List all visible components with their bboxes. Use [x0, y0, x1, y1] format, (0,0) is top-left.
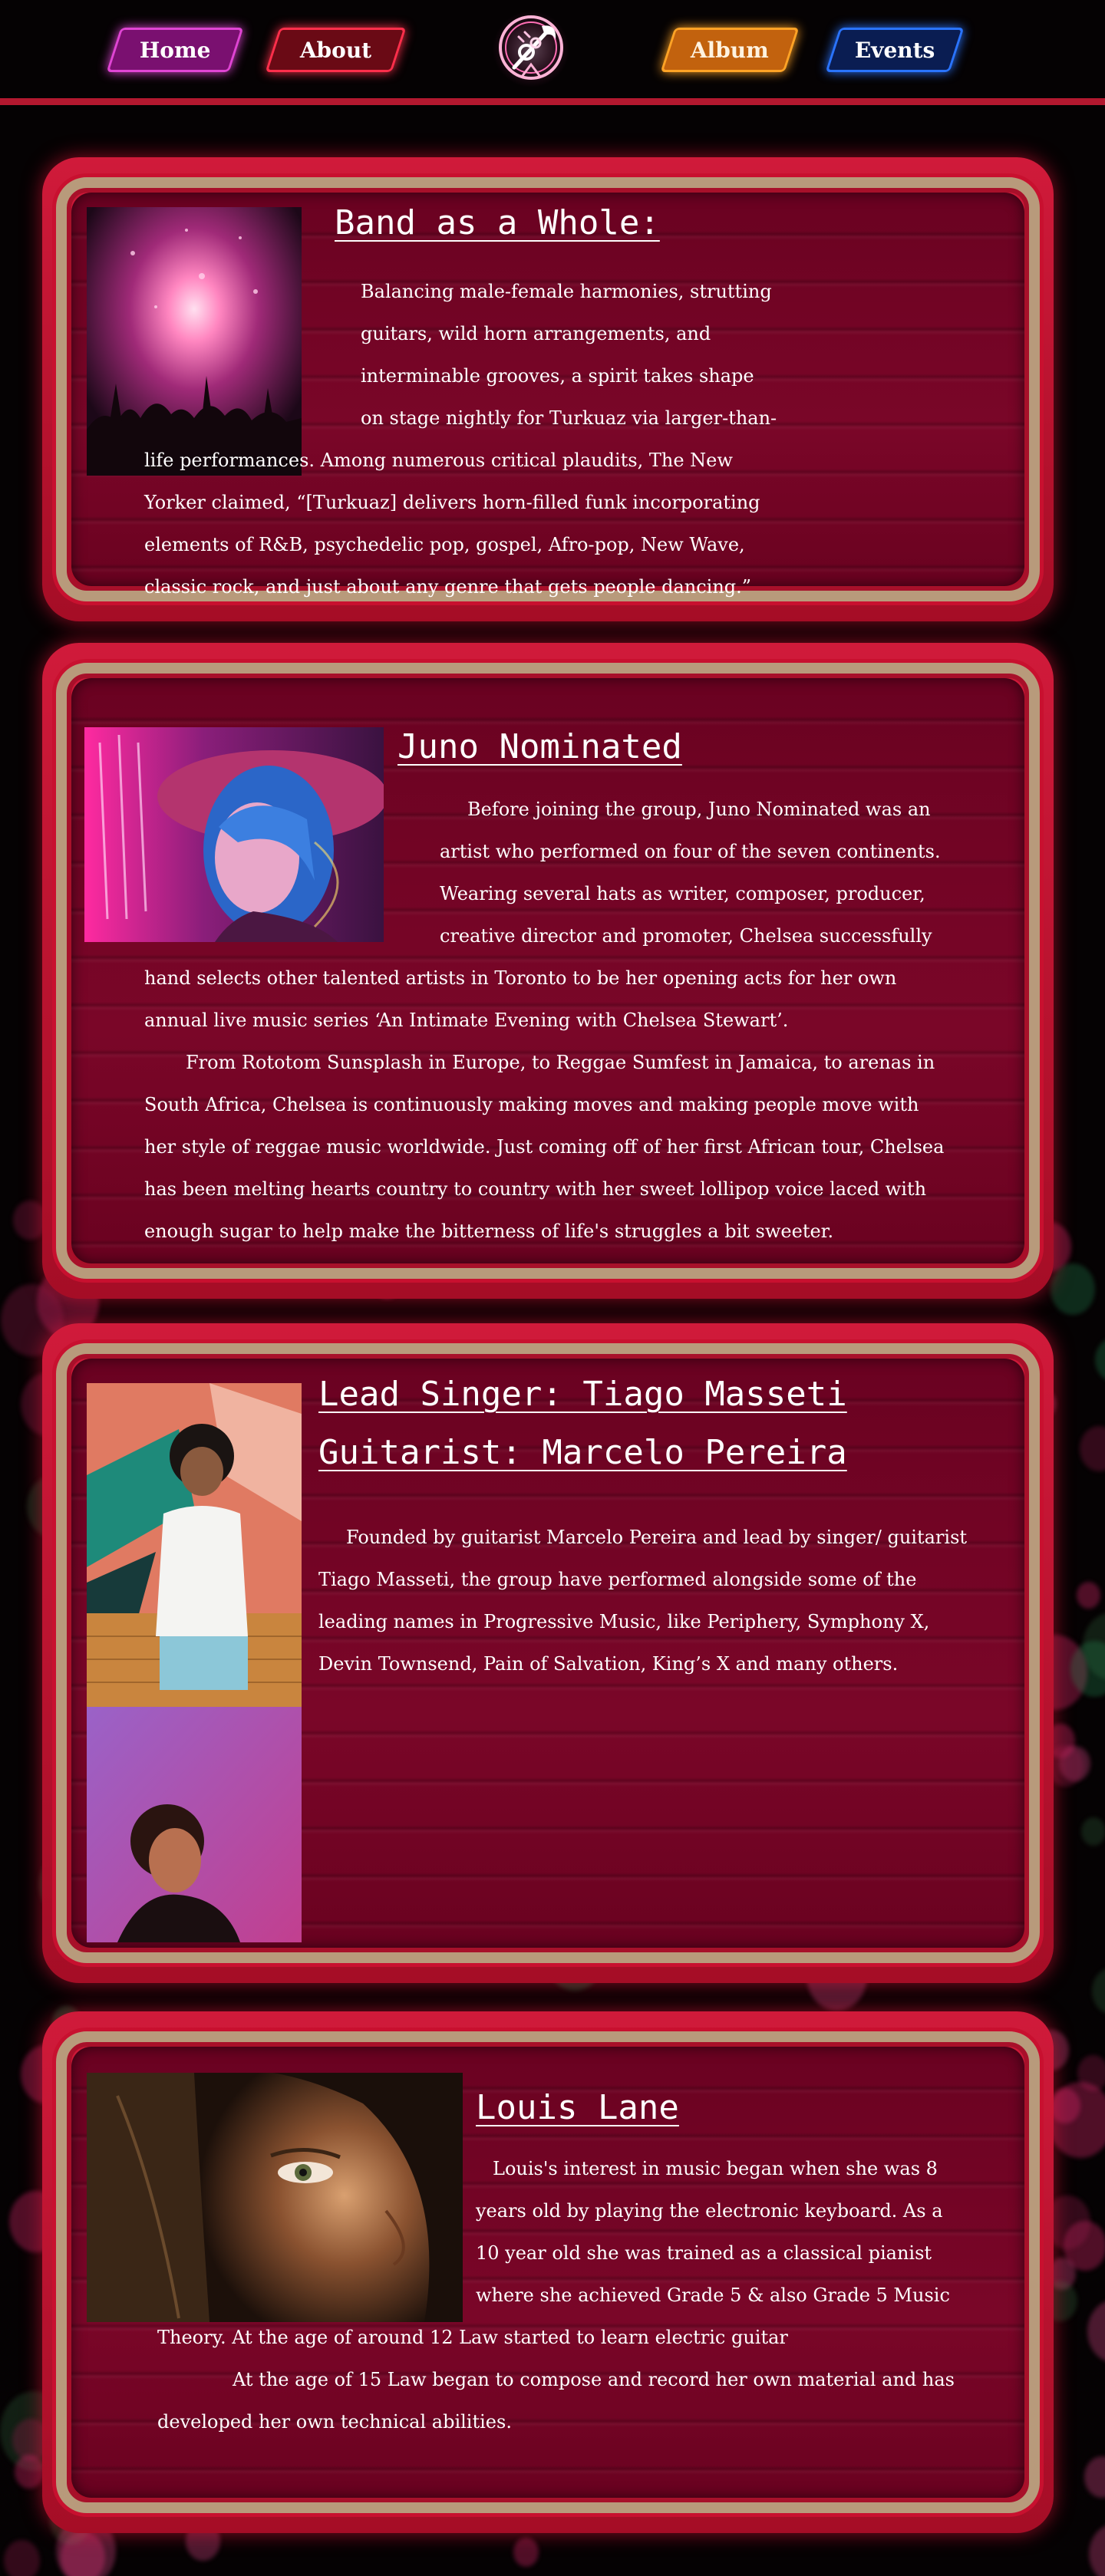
lead-singer-paragraph: Founded by guitarist Marcelo Pereira and…	[318, 1527, 968, 1675]
band-title: Band as a Whole:	[335, 203, 660, 242]
guitarist-looking-up-photo	[87, 1707, 302, 1942]
bokeh-dot	[1080, 1817, 1105, 1846]
nav-album-button[interactable]: Album	[660, 28, 800, 72]
nav-about-label: About	[299, 37, 372, 63]
band-body: Balancing male-female harmonies, strutti…	[144, 271, 996, 608]
nav-events-label: Events	[854, 37, 935, 63]
bokeh-dot	[1091, 1967, 1105, 2015]
bokeh-dot	[1051, 1263, 1096, 1316]
juno-card: Juno Nominated Before joining the group,…	[42, 643, 1054, 1299]
nav-about-button[interactable]: About	[265, 28, 407, 72]
juno-title: Juno Nominated	[397, 727, 682, 766]
louis-lane-paragraph-2: At the age of 15 Law began to compose an…	[157, 2369, 955, 2433]
bokeh-dot	[1094, 1337, 1105, 1382]
bokeh-dot	[1077, 1581, 1101, 1609]
nav-events-button[interactable]: Events	[825, 28, 965, 72]
singer-graffiti-wall-photo	[87, 1383, 302, 1707]
bokeh-dot	[12, 1201, 47, 1240]
lead-singer-body: Founded by guitarist Marcelo Pereira and…	[318, 1517, 978, 1685]
nav-home-label: Home	[139, 37, 211, 63]
band-card: Band as a Whole: Balancing male-female h…	[42, 157, 1054, 621]
trumpet-logo-icon[interactable]	[491, 9, 571, 91]
nav-home-button[interactable]: Home	[106, 28, 244, 72]
louis-lane-body: Louis's interest in music began when she…	[157, 2148, 994, 2443]
juno-body: Before joining the group, Juno Nominated…	[144, 789, 996, 1253]
louis-lane-title: Louis Lane	[476, 2088, 679, 2127]
bokeh-dot	[1047, 2081, 1105, 2159]
nav-divider	[0, 98, 1105, 105]
guitarist-title: Guitarist: Marcelo Pereira	[318, 1433, 847, 1472]
bokeh-dot	[1080, 1426, 1105, 1472]
nav-album-label: Album	[691, 37, 769, 63]
lead-singer-title: Lead Singer: Tiago Masseti	[318, 1375, 847, 1414]
bokeh-dot	[15, 2455, 45, 2489]
top-navigation: Home About Album Events	[0, 0, 1105, 107]
bokeh-dot	[1087, 2300, 1105, 2364]
juno-paragraph-2: From Rototom Sunsplash in Europe, to Reg…	[144, 1052, 945, 1242]
bokeh-dot	[4, 2540, 40, 2576]
bokeh-dot	[513, 2538, 539, 2568]
bokeh-dot	[1088, 2523, 1105, 2576]
louis-lane-card: Louis Lane Louis's interest in music beg…	[42, 2011, 1054, 2533]
lead-singer-card: Lead Singer: Tiago Masseti Guitarist: Ma…	[42, 1323, 1054, 1983]
bokeh-dot	[1084, 2456, 1105, 2499]
